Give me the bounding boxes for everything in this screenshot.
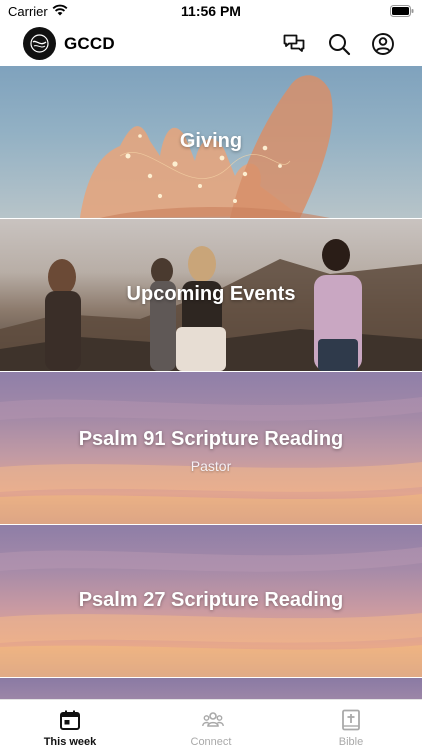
app-title: GCCD [64, 34, 115, 53]
card-title: Psalm 27 Scripture Reading [78, 589, 344, 611]
tab-label: This week [43, 736, 97, 748]
profile-icon[interactable] [371, 32, 395, 56]
psalm-27-card[interactable]: Psalm 27 Scripture Reading [0, 525, 422, 677]
chat-icon[interactable] [282, 32, 306, 56]
giving-card[interactable]: Giving [0, 66, 422, 218]
card-title: Upcoming Events [126, 283, 296, 305]
tab-bar: This week Connect Bible [0, 699, 422, 750]
tab-label: Connect [190, 736, 232, 748]
tab-bible[interactable]: Bible [281, 700, 421, 750]
header: GCCD [0, 22, 422, 66]
card-subtitle: Pastor [190, 458, 232, 474]
psalm-91-card[interactable]: Psalm 91 Scripture Reading Pastor [0, 372, 422, 524]
card-title: Giving [179, 130, 243, 152]
people-icon [202, 712, 224, 727]
tab-label: Bible [338, 736, 364, 748]
calendar-icon [60, 710, 80, 730]
status-bar: Carrier 11:56 PM [0, 0, 422, 22]
search-icon[interactable] [327, 32, 351, 56]
weekly-feed: Giving Upcoming Events Psalm 91 Scriptur [0, 66, 422, 699]
logo-icon[interactable] [23, 27, 56, 60]
tab-this-week[interactable]: This week [0, 700, 140, 750]
tab-connect[interactable]: Connect [141, 700, 281, 750]
battery-icon [390, 5, 414, 17]
bible-icon [342, 709, 360, 731]
card-title: Psalm 91 Scripture Reading [78, 428, 344, 450]
next-card[interactable] [0, 678, 422, 699]
status-time: 11:56 PM [181, 3, 241, 19]
upcoming-events-card[interactable]: Upcoming Events [0, 219, 422, 371]
